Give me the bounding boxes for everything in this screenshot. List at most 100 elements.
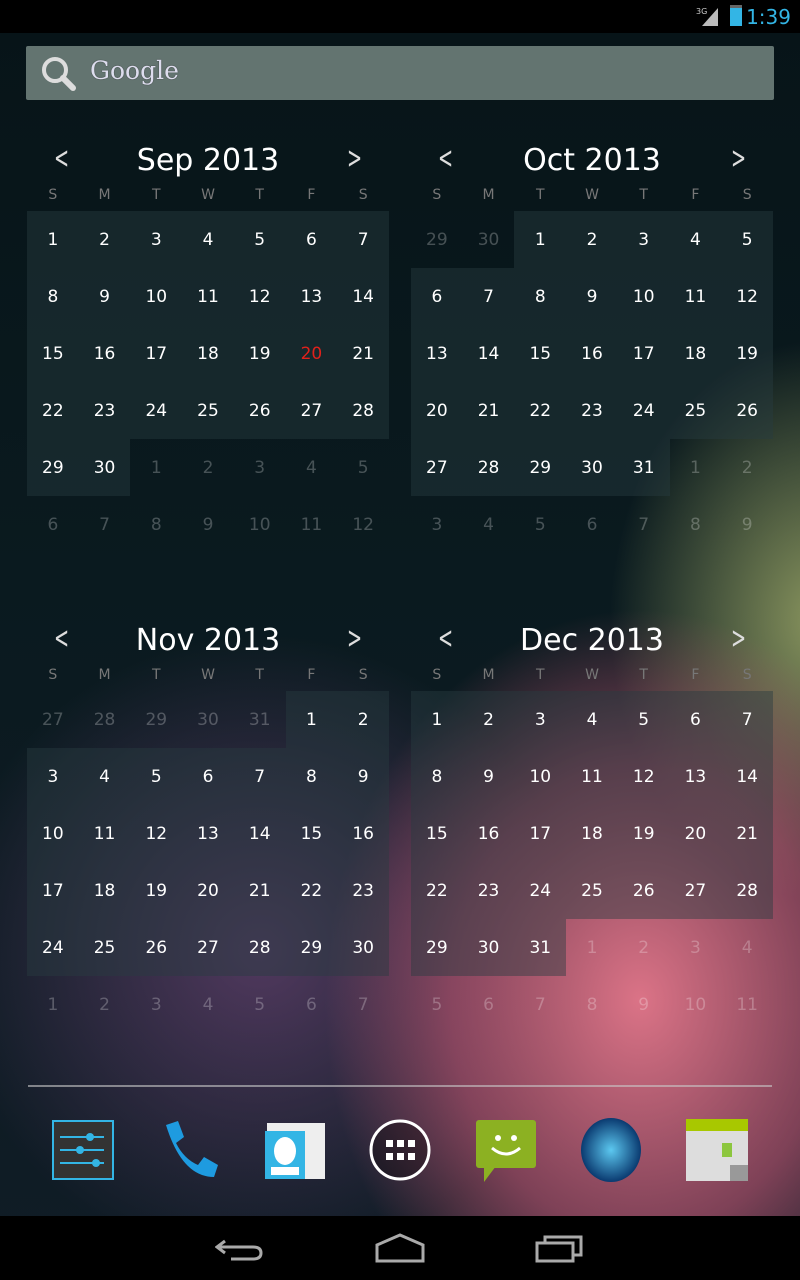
day-cell[interactable]: 22 — [514, 382, 567, 439]
day-cell[interactable]: 12 — [721, 268, 773, 325]
day-cell[interactable]: 5 — [411, 976, 463, 1033]
day-cell[interactable]: 12 — [337, 496, 389, 553]
day-cell[interactable]: 4 — [721, 919, 773, 976]
day-cell[interactable]: 9 — [566, 268, 618, 325]
day-cell[interactable]: 1 — [670, 439, 722, 496]
day-cell[interactable]: 1 — [411, 691, 463, 748]
chevron-right-icon[interactable]: > — [347, 141, 362, 176]
day-cell[interactable]: 17 — [617, 325, 670, 382]
day-cell[interactable]: 6 — [182, 748, 234, 805]
day-cell[interactable]: 6 — [286, 976, 338, 1033]
day-cell[interactable]: 25 — [78, 919, 131, 976]
day-cell[interactable]: 3 — [130, 211, 183, 268]
day-cell[interactable]: 1 — [27, 976, 79, 1033]
day-cell[interactable]: 19 — [233, 325, 286, 382]
day-cell[interactable]: 2 — [78, 211, 131, 268]
day-cell[interactable]: 1 — [514, 211, 567, 268]
day-cell[interactable]: 10 — [130, 268, 183, 325]
day-cell[interactable]: 24 — [27, 919, 79, 976]
day-cell[interactable]: 6 — [463, 976, 515, 1033]
day-cell[interactable]: 30 — [566, 439, 618, 496]
day-cell[interactable]: 9 — [618, 976, 670, 1033]
day-cell[interactable]: 5 — [721, 211, 773, 268]
day-cell[interactable]: 9 — [721, 496, 773, 553]
day-cell[interactable]: 26 — [233, 382, 286, 439]
day-cell[interactable]: 30 — [462, 919, 515, 976]
day-cell[interactable]: 4 — [286, 439, 338, 496]
day-cell[interactable]: 11 — [182, 268, 234, 325]
day-cell[interactable]: 14 — [337, 268, 389, 325]
day-cell[interactable]: 15 — [285, 805, 338, 862]
day-cell[interactable]: 5 — [233, 211, 286, 268]
day-cell[interactable]: 4 — [566, 691, 618, 748]
day-cell[interactable]: 20 — [182, 862, 234, 919]
day-cell[interactable]: 29 — [411, 919, 463, 976]
day-cell[interactable]: 5 — [130, 748, 183, 805]
day-cell[interactable]: 26 — [617, 862, 670, 919]
day-cell[interactable]: 3 — [670, 919, 722, 976]
day-cell[interactable]: 19 — [721, 325, 773, 382]
day-cell[interactable]: 11 — [78, 805, 131, 862]
day-cell[interactable]: 7 — [721, 691, 773, 748]
day-cell[interactable]: 17 — [514, 805, 567, 862]
day-cell[interactable]: 27 — [285, 382, 338, 439]
day-cell[interactable]: 7 — [233, 748, 286, 805]
day-cell[interactable]: 6 — [566, 496, 618, 553]
day-cell[interactable]: 21 — [337, 325, 389, 382]
day-cell[interactable]: 1 — [130, 439, 182, 496]
day-cell[interactable]: 10 — [234, 496, 286, 553]
day-cell[interactable]: 11 — [721, 976, 773, 1033]
day-cell[interactable]: 14 — [233, 805, 286, 862]
day-cell[interactable]: 8 — [670, 496, 722, 553]
day-cell[interactable]: 18 — [566, 805, 618, 862]
day-cell[interactable]: 19 — [130, 862, 183, 919]
day-cell[interactable]: 18 — [78, 862, 131, 919]
day-cell[interactable]: 29 — [514, 439, 567, 496]
day-cell[interactable]: 14 — [462, 325, 515, 382]
day-cell[interactable]: 9 — [78, 268, 131, 325]
back-icon[interactable] — [215, 1233, 265, 1263]
day-cell[interactable]: 3 — [234, 439, 286, 496]
day-cell[interactable]: 31 — [617, 439, 670, 496]
day-cell[interactable]: 14 — [721, 748, 773, 805]
day-cell[interactable]: 28 — [462, 439, 515, 496]
day-cell[interactable]: 27 — [182, 919, 234, 976]
day-cell[interactable]: 3 — [411, 496, 463, 553]
day-cell[interactable]: 3 — [514, 691, 567, 748]
day-cell[interactable]: 28 — [233, 919, 286, 976]
day-cell[interactable]: 17 — [130, 325, 183, 382]
day-cell[interactable]: 16 — [78, 325, 131, 382]
all-apps-icon[interactable] — [368, 1118, 432, 1182]
day-cell[interactable]: 10 — [670, 976, 722, 1033]
day-cell[interactable]: 2 — [337, 691, 389, 748]
day-cell[interactable]: 30 — [182, 691, 234, 748]
browser-icon[interactable] — [579, 1118, 643, 1182]
day-cell[interactable]: 27 — [669, 862, 722, 919]
day-cell[interactable]: 3 — [617, 211, 670, 268]
day-cell[interactable]: 7 — [618, 496, 670, 553]
day-cell[interactable]: 13 — [182, 805, 234, 862]
day-cell[interactable]: 5 — [617, 691, 670, 748]
day-cell[interactable]: 31 — [514, 919, 567, 976]
day-cell[interactable]: 4 — [182, 976, 234, 1033]
day-cell[interactable]: 29 — [130, 691, 182, 748]
chevron-right-icon[interactable]: > — [347, 621, 362, 656]
calendar-icon[interactable] — [685, 1118, 749, 1182]
day-cell[interactable]: 8 — [285, 748, 338, 805]
day-cell[interactable]: 31 — [234, 691, 286, 748]
day-cell[interactable]: 29 — [411, 211, 463, 268]
day-cell[interactable]: 23 — [566, 382, 618, 439]
day-cell[interactable]: 4 — [78, 748, 131, 805]
day-cell[interactable]: 12 — [617, 748, 670, 805]
day-cell[interactable]: 7 — [514, 976, 566, 1033]
day-cell[interactable]: 8 — [514, 268, 567, 325]
day-cell[interactable]: 7 — [79, 496, 131, 553]
day-cell[interactable]: 30 — [337, 919, 389, 976]
day-cell[interactable]: 3 — [27, 748, 79, 805]
day-cell[interactable]: 25 — [182, 382, 234, 439]
google-search-bar[interactable]: Google — [26, 46, 774, 100]
day-cell[interactable]: 26 — [721, 382, 773, 439]
day-cell[interactable]: 21 — [721, 805, 773, 862]
day-cell[interactable]: 9 — [462, 748, 515, 805]
day-cell[interactable]: 17 — [27, 862, 79, 919]
